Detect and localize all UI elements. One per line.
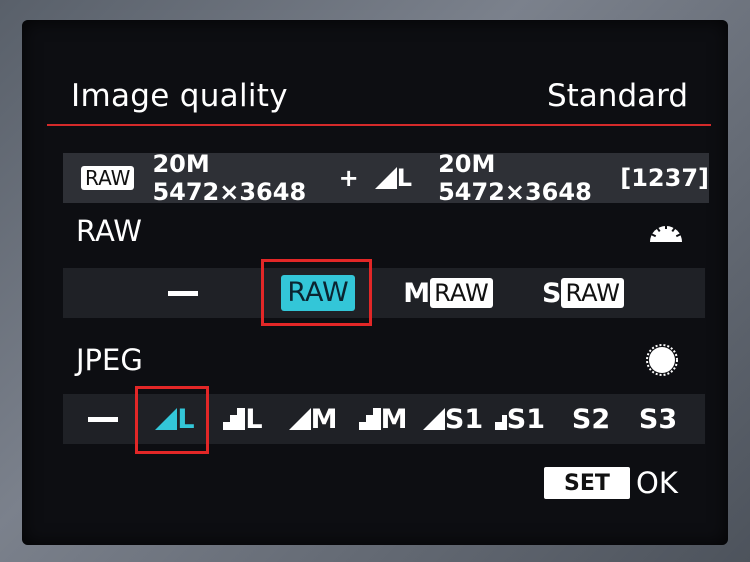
jpeg-option-m-normal[interactable]: M	[358, 394, 408, 444]
jpeg-size: 20M 5472×3648	[438, 150, 592, 206]
raw-selection-frame	[261, 259, 372, 326]
jpeg-size-s1: S1	[444, 403, 484, 435]
main-dial-icon	[650, 224, 682, 242]
quality-mode: Standard	[546, 78, 688, 114]
raw-section-label: RAW	[76, 214, 142, 248]
normal-quality-icon	[358, 408, 381, 430]
title-divider	[47, 124, 711, 126]
jpeg-option-off[interactable]	[83, 394, 123, 444]
jpeg-quality: L	[396, 164, 413, 192]
jpeg-option-s1-normal[interactable]: S1	[495, 394, 545, 444]
quick-control-dial-icon	[646, 344, 678, 376]
sraw-prefix: S	[542, 277, 562, 309]
ok-label: OK	[636, 466, 678, 500]
quality-summary: RAW 20M 5472×3648 + L 20M 5472×3648 [123…	[63, 150, 709, 206]
fine-quality-icon	[422, 408, 445, 430]
jpeg-size-m-normal: M	[380, 403, 408, 435]
jpeg-size-s3: S3	[638, 403, 678, 435]
normal-quality-icon	[495, 408, 507, 430]
set-ok-hint[interactable]: SET OK	[544, 466, 678, 500]
mraw-badge: RAW	[430, 278, 493, 308]
jpeg-selection-frame	[135, 386, 209, 454]
shots-remaining: [1237]	[620, 164, 709, 192]
sraw-badge: RAW	[561, 278, 624, 308]
off-dash-icon	[168, 290, 198, 296]
jpeg-option-l-normal[interactable]: L	[218, 394, 268, 444]
jpeg-option-m-fine[interactable]: M	[288, 394, 338, 444]
raw-options-row: RAW M RAW S RAW	[63, 268, 705, 318]
plus-sign: +	[338, 164, 359, 192]
raw-option-off[interactable]	[153, 268, 213, 318]
raw-size: 20M 5472×3648	[152, 150, 307, 206]
jpeg-size-s1-normal: S1	[506, 403, 545, 435]
jpeg-size-m: M	[310, 403, 338, 435]
raw-option-mraw[interactable]: M RAW	[403, 268, 493, 318]
page-title: Image quality	[71, 78, 288, 114]
jpeg-size-l-normal: L	[245, 403, 263, 435]
fine-quality-icon	[374, 167, 397, 189]
off-dash-icon	[88, 416, 118, 422]
jpeg-size-s2: S2	[571, 403, 611, 435]
raw-badge: RAW	[81, 166, 135, 190]
jpeg-option-s2[interactable]: S2	[566, 394, 616, 444]
jpeg-option-s1-fine[interactable]: S1	[422, 394, 483, 444]
raw-option-sraw[interactable]: S RAW	[538, 268, 628, 318]
mraw-prefix: M	[403, 277, 431, 309]
jpeg-section-label: JPEG	[76, 343, 143, 377]
normal-quality-icon	[223, 408, 246, 430]
set-button[interactable]: SET	[544, 467, 630, 499]
fine-quality-icon	[288, 408, 311, 430]
jpeg-option-s3[interactable]: S3	[633, 394, 683, 444]
